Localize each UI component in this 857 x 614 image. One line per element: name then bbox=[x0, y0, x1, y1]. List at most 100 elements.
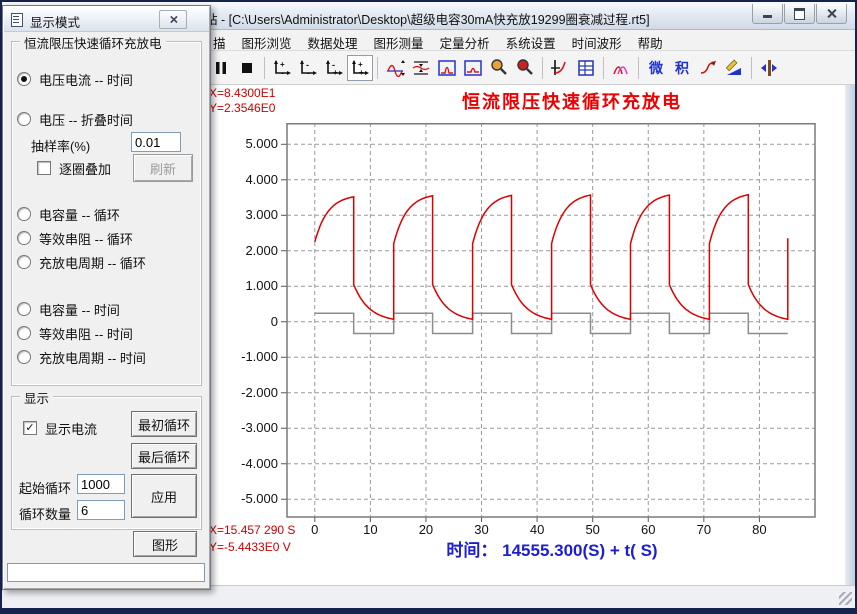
radio-icon bbox=[17, 350, 31, 364]
toolbar-separator bbox=[542, 57, 543, 79]
radio-icon bbox=[17, 207, 31, 221]
compress-y-icon bbox=[411, 59, 431, 77]
derivative-curve-button[interactable] bbox=[695, 55, 721, 81]
mirror-flip-button[interactable] bbox=[756, 55, 782, 81]
mode-group-label: 恒流限压快速循环充放电 bbox=[20, 33, 166, 52]
radio-icon bbox=[17, 112, 31, 126]
close-icon bbox=[826, 8, 837, 19]
cursor-readout-bottom-x: X=15.457 290 S bbox=[209, 523, 295, 537]
y-tick-label: -2.000 bbox=[230, 385, 278, 400]
radio-icon bbox=[17, 72, 31, 86]
radio-period-cycle[interactable]: 充放电周期 -- 循环 bbox=[17, 253, 146, 271]
close-button[interactable] bbox=[816, 4, 847, 24]
y-tick-label: 2.000 bbox=[230, 243, 278, 258]
zoom-out-icon bbox=[489, 58, 509, 77]
restore-button[interactable] bbox=[784, 4, 815, 24]
y-tick-label: 0 bbox=[230, 314, 278, 329]
differentiate-button[interactable]: 微 bbox=[643, 55, 669, 81]
dialog-titlebar[interactable]: 显示模式 bbox=[4, 7, 209, 32]
peak-window-short-icon bbox=[463, 59, 483, 77]
radio-capacity-cycle[interactable]: 电容量 -- 循环 bbox=[17, 205, 120, 223]
threshold-curve-button[interactable] bbox=[547, 55, 573, 81]
x-tick-label: 40 bbox=[520, 522, 554, 537]
x-tick-label: 20 bbox=[409, 522, 443, 537]
radio-icon bbox=[17, 255, 31, 269]
sample-rate-input[interactable] bbox=[131, 132, 181, 152]
chart-title: 恒流限压快速循环充放电 bbox=[382, 88, 762, 114]
overlay-curves-button[interactable] bbox=[608, 55, 634, 81]
axis-minus-plus-icon: -+ bbox=[324, 59, 344, 77]
plot-area[interactable] bbox=[281, 123, 821, 523]
zoom-window-tall-button[interactable] bbox=[434, 55, 460, 81]
y-tick-label: 1.000 bbox=[230, 278, 278, 293]
autoscale-y-icon bbox=[385, 59, 405, 77]
minimize-button[interactable] bbox=[752, 4, 783, 24]
edit-graph-button[interactable] bbox=[721, 55, 747, 81]
cursor-readout-top-y: Y=2.3546E0 bbox=[209, 101, 275, 115]
y-tick-label: -3.000 bbox=[230, 420, 278, 435]
axis-mode-plus-plus-button[interactable]: ++ bbox=[347, 55, 373, 81]
toolbar-separator bbox=[603, 57, 604, 79]
restore-icon bbox=[794, 8, 805, 20]
cursor-readout-top-x: X=8.4300E1 bbox=[209, 86, 275, 100]
pause-button[interactable] bbox=[208, 55, 234, 81]
cycle-count-input[interactable] bbox=[77, 500, 125, 520]
data-table-button[interactable] bbox=[573, 55, 599, 81]
y-tick-label: 3.000 bbox=[230, 207, 278, 222]
toolbar-separator bbox=[751, 57, 752, 79]
radio-icon bbox=[17, 231, 31, 245]
axis-minus-minus-icon: -- bbox=[298, 59, 318, 77]
x-axis-title: 时间： 14555.300(S) + t( S) bbox=[302, 536, 802, 561]
y-tick-label: 5.000 bbox=[230, 136, 278, 151]
radio-voltage-folded-time[interactable]: 电压 -- 折叠时间 bbox=[17, 110, 133, 128]
mirror-flip-icon bbox=[759, 59, 779, 77]
zoom-out-button[interactable] bbox=[486, 55, 512, 81]
radio-icon bbox=[17, 326, 31, 340]
dialog-close-button[interactable] bbox=[159, 10, 187, 29]
show-current-checkbox[interactable]: ✓显示电流 bbox=[23, 419, 97, 437]
edit-graph-icon bbox=[724, 59, 744, 77]
peak-window-tall-icon bbox=[437, 59, 457, 77]
minimize-icon bbox=[763, 15, 772, 18]
integrate-button[interactable]: 积 bbox=[669, 55, 695, 81]
window-title: 站 - [C:\Users\Administrator\Desktop\超级电容… bbox=[205, 9, 650, 28]
radio-capacity-time[interactable]: 电容量 -- 时间 bbox=[17, 300, 120, 318]
toolbar-separator bbox=[377, 57, 378, 79]
axis-mode-minus-minus-button[interactable]: -- bbox=[295, 55, 321, 81]
derivative-curve-icon bbox=[698, 59, 718, 77]
last-cycle-button[interactable]: 最后循环 bbox=[131, 443, 197, 469]
start-cycle-input[interactable] bbox=[77, 474, 125, 494]
voltage-series bbox=[315, 195, 788, 320]
svg-text:+: + bbox=[333, 68, 338, 77]
display-group-label: 显示 bbox=[20, 388, 53, 407]
dialog-close-icon bbox=[169, 15, 178, 24]
refresh-button[interactable]: 刷新 bbox=[133, 154, 193, 182]
graph-button[interactable]: 图形 bbox=[133, 531, 197, 557]
radio-voltage-current-time[interactable]: 电压电流 -- 时间 bbox=[17, 70, 133, 88]
integrate-icon: 积 bbox=[675, 58, 689, 78]
data-table-icon bbox=[576, 59, 596, 77]
axis-mode-minus-plus-button[interactable]: -+ bbox=[321, 55, 347, 81]
x-tick-label: 60 bbox=[631, 522, 665, 537]
radio-esr-cycle[interactable]: 等效串阻 -- 循环 bbox=[17, 229, 133, 247]
axis-mode-plus-minus-button[interactable]: +- bbox=[269, 55, 295, 81]
pause-icon bbox=[212, 59, 230, 77]
radio-period-time[interactable]: 充放电周期 -- 时间 bbox=[17, 348, 146, 366]
autoscale-y-button[interactable] bbox=[382, 55, 408, 81]
radio-esr-time[interactable]: 等效串阻 -- 时间 bbox=[17, 324, 133, 342]
first-cycle-button[interactable]: 最初循环 bbox=[131, 411, 197, 437]
zoom-in-button[interactable] bbox=[512, 55, 538, 81]
x-tick-label: 10 bbox=[353, 522, 387, 537]
overlay-curves-icon bbox=[611, 59, 631, 77]
svg-text:-: - bbox=[281, 68, 284, 77]
cursor-readout-bottom-y: Y=-5.4433E0 V bbox=[209, 540, 291, 554]
compress-y-button[interactable] bbox=[408, 55, 434, 81]
toolbar-separator bbox=[638, 57, 639, 79]
resize-grip-icon[interactable] bbox=[839, 592, 852, 605]
zoom-window-short-button[interactable] bbox=[460, 55, 486, 81]
apply-button[interactable]: 应用 bbox=[131, 474, 197, 518]
stop-button[interactable] bbox=[234, 55, 260, 81]
overlay-per-cycle-checkbox[interactable]: 逐圈叠加 bbox=[37, 159, 111, 177]
sample-rate-label: 抽样率(%) bbox=[31, 136, 90, 155]
dialog-bottom-input[interactable] bbox=[7, 563, 205, 582]
